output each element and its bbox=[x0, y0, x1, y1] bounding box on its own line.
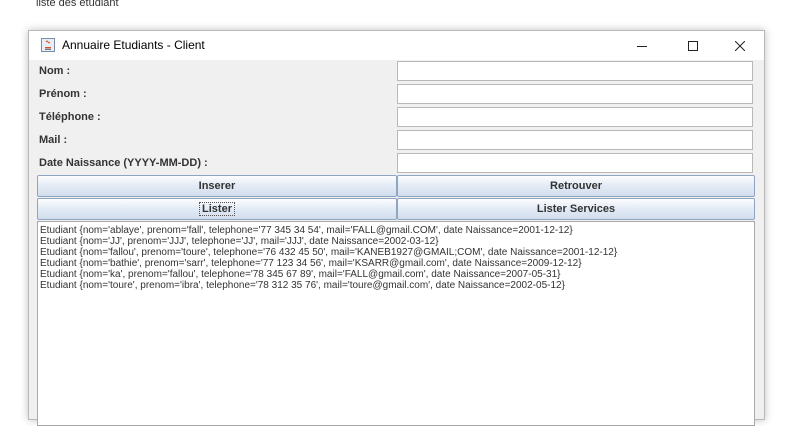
lister-services-button-label: Lister Services bbox=[536, 203, 616, 215]
nom-input[interactable] bbox=[397, 61, 753, 81]
prenom-input[interactable] bbox=[397, 84, 753, 104]
app-window: Annuaire Etudiants - Client Nom : Prénom… bbox=[28, 30, 765, 426]
form-row-date-naissance: Date Naissance (YYYY-MM-DD) : bbox=[37, 152, 757, 175]
date-naissance-input[interactable] bbox=[397, 153, 753, 173]
maximize-icon bbox=[688, 40, 698, 51]
form-row-mail: Mail : bbox=[37, 129, 757, 152]
retrouver-button[interactable]: Retrouver bbox=[397, 175, 755, 197]
minimize-button[interactable] bbox=[620, 31, 664, 60]
mail-input[interactable] bbox=[397, 130, 753, 150]
lister-services-button[interactable]: Lister Services bbox=[397, 198, 755, 220]
result-line: Etudiant {nom='toure', prenom='ibra', te… bbox=[40, 280, 565, 291]
result-line: Etudiant {nom='fallou', prenom='toure', … bbox=[40, 247, 618, 258]
java-app-icon bbox=[41, 38, 55, 52]
lister-button[interactable]: Lister bbox=[37, 198, 397, 220]
prenom-label: Prénom : bbox=[39, 88, 87, 100]
close-button[interactable] bbox=[718, 31, 762, 60]
inserer-button-label: Inserer bbox=[198, 180, 236, 192]
lister-button-label: Lister bbox=[199, 202, 235, 216]
form-row-prenom: Prénom : bbox=[37, 83, 757, 106]
results-lines: Etudiant {nom='ablaye', prenom='fall', t… bbox=[38, 222, 754, 291]
inserer-button[interactable]: Inserer bbox=[37, 175, 397, 197]
result-line: Etudiant {nom='bathie', prenom='sarr', t… bbox=[40, 258, 582, 269]
minimize-icon bbox=[637, 45, 647, 47]
result-line: Etudiant {nom='ablaye', prenom='fall', t… bbox=[40, 225, 573, 236]
date-naissance-label: Date Naissance (YYYY-MM-DD) : bbox=[39, 157, 208, 169]
mail-label: Mail : bbox=[39, 134, 68, 146]
form-row-telephone: Téléphone : bbox=[37, 106, 757, 129]
background-caption: liste des etudiant bbox=[36, 0, 119, 9]
result-line: Etudiant {nom='ka', prenom='fallou', tel… bbox=[40, 269, 561, 280]
maximize-button[interactable] bbox=[671, 31, 715, 60]
form-panel: Nom : Prénom : Téléphone : Mail : Date N… bbox=[37, 60, 757, 426]
close-icon bbox=[735, 40, 745, 51]
result-line: Etudiant {nom='JJ', prenom='JJJ', teleph… bbox=[40, 236, 439, 247]
window-title: Annuaire Etudiants - Client bbox=[62, 38, 205, 52]
retrouver-button-label: Retrouver bbox=[550, 180, 602, 192]
title-bar: Annuaire Etudiants - Client bbox=[29, 31, 764, 60]
results-text-area[interactable]: Etudiant {nom='ablaye', prenom='fall', t… bbox=[37, 221, 755, 426]
form-row-nom: Nom : bbox=[37, 60, 757, 83]
telephone-input[interactable] bbox=[397, 107, 753, 127]
telephone-label: Téléphone : bbox=[39, 111, 101, 123]
nom-label: Nom : bbox=[39, 65, 71, 77]
